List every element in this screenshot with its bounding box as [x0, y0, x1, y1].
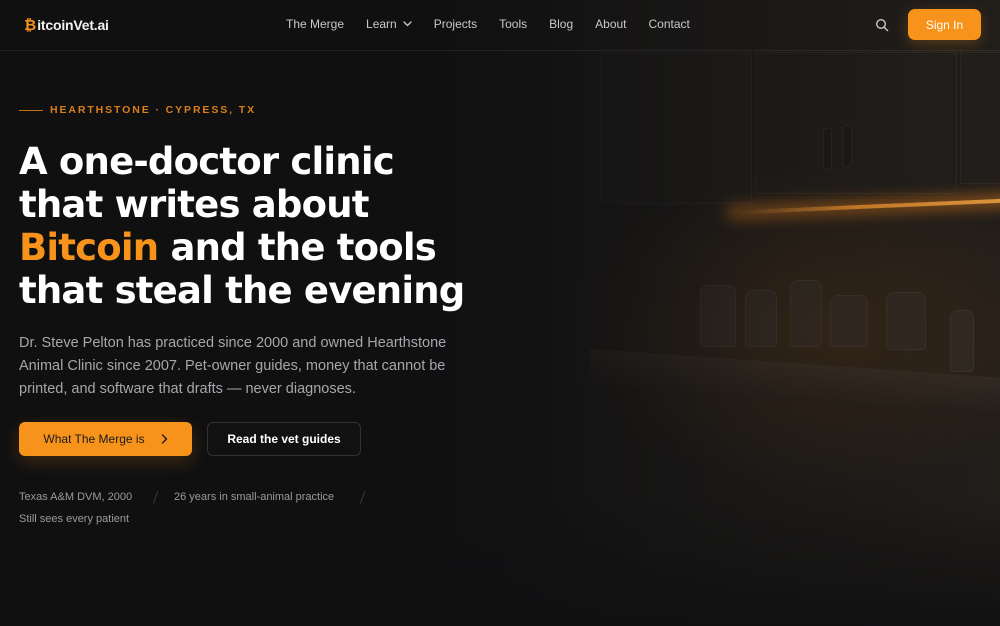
nav-item-contact[interactable]: Contact	[649, 17, 690, 31]
headline-line-2: that writes about	[19, 183, 369, 226]
headline-line-3: and the tools	[158, 226, 436, 269]
primary-button-label: What The Merge is	[43, 432, 145, 446]
read-vet-guides-button[interactable]: Read the vet guides	[207, 422, 361, 456]
logo-text: itcoinVet.ai	[37, 17, 109, 33]
nav-item-tools[interactable]: Tools	[499, 17, 527, 31]
nav-item-about[interactable]: About	[595, 17, 626, 31]
nav-item-learn[interactable]: Learn	[366, 17, 412, 31]
top-navbar: ₿ itcoinVet.ai The Merge Learn Projects …	[0, 0, 1000, 51]
headline-line-1: A one-doctor clinic	[19, 140, 395, 183]
bitcoin-logo-icon: ₿	[24, 16, 37, 34]
credential-item: Still sees every patient	[19, 513, 130, 525]
main-nav: The Merge Learn Projects Tools Blog Abou…	[286, 17, 690, 31]
site-logo[interactable]: ₿ itcoinVet.ai	[24, 15, 109, 35]
eyebrow-text: HEARTHSTONE · CYPRESS, TX	[50, 104, 256, 116]
eyebrow: HEARTHSTONE · CYPRESS, TX	[19, 104, 256, 116]
hero-lede: Dr. Steve Pelton has practiced since 200…	[19, 335, 447, 397]
what-the-merge-is-button[interactable]: What The Merge is	[19, 422, 192, 456]
eyebrow-rule	[19, 109, 43, 111]
headline-accent: Bitcoin	[19, 226, 159, 269]
hero-background-image	[0, 0, 1000, 626]
sign-in-button[interactable]: Sign In	[908, 9, 981, 40]
nav-item-the-merge[interactable]: The Merge	[286, 17, 344, 31]
credential-item: 26 years in small-animal practice	[174, 491, 335, 503]
headline-line-4: that steal the evening	[19, 269, 465, 312]
credential-item: Texas A&M DVM, 2000	[19, 491, 133, 503]
chevron-down-icon	[403, 21, 412, 27]
nav-item-projects[interactable]: Projects	[434, 17, 477, 31]
hero-headline: A one-doctor clinic that writes about Bi…	[19, 140, 465, 312]
nav-item-blog[interactable]: Blog	[549, 17, 573, 31]
search-icon[interactable]	[875, 18, 889, 32]
chevron-right-icon	[161, 434, 167, 444]
